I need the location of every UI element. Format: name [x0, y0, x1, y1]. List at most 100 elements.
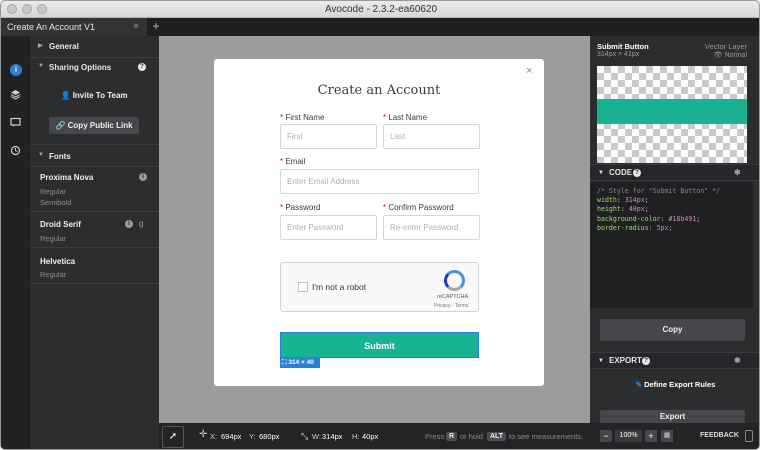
link-icon: 🔗 [55, 121, 66, 130]
password-label: * Password [280, 203, 321, 212]
gear-icon[interactable]: ✱ [734, 165, 741, 181]
invite-label: Invite To Team [72, 91, 128, 100]
right-panel: Submit Button 314px × 41px Vector Layer … [590, 36, 759, 449]
code-line: height: 40px; [597, 205, 649, 214]
hint-or-hold: or hold [460, 432, 483, 441]
right-bottom-bar: − 100% + ▦ FEEDBACK [590, 423, 759, 449]
chevron-down-icon: ▼ [38, 63, 44, 69]
recaptcha-widget: I'm not a robot reCAPTCHA Privacy - Term… [280, 262, 479, 312]
code-scrollbar[interactable] [753, 182, 759, 308]
blend-mode: 👁 Normal [713, 52, 747, 59]
google-fonts-icon[interactable]: g [139, 219, 143, 228]
y-value: 680px [259, 432, 280, 441]
layer-name: Submit Button [597, 42, 649, 51]
layer-preview [597, 66, 747, 163]
add-tab-button[interactable]: + [150, 18, 162, 36]
copy-code-button[interactable]: Copy [600, 319, 745, 341]
divider [30, 57, 159, 58]
layer-type: Vector Layer [704, 42, 747, 51]
tab-bar: Create An Account V1 × + [1, 18, 759, 36]
panel-toggle-icon[interactable] [745, 430, 753, 442]
define-export-rules-link[interactable]: ✎ Define Export Rules [590, 380, 759, 389]
code-line: border-radius: 5px; [597, 223, 673, 232]
hint-to-see: to see measurements. [509, 432, 584, 441]
pencil-icon: ✎ [635, 380, 642, 389]
tab-label: Create An Account V1 [7, 22, 96, 32]
email-input[interactable]: Enter Email Address [280, 169, 479, 194]
code-title: CODE [609, 168, 633, 177]
first-name-input[interactable]: First [280, 124, 377, 149]
font-info-icon[interactable]: i [125, 220, 133, 228]
h-label: H: [352, 432, 360, 441]
x-value: 694px [221, 432, 242, 441]
confirm-password-label: * Confirm Password [383, 203, 454, 212]
user-icon: 👤 [60, 91, 71, 100]
font-name: Droid Serif [40, 220, 81, 229]
privacy-terms-links[interactable]: Privacy - Terms [434, 303, 468, 309]
minimize-window-button[interactable] [22, 4, 32, 14]
select-tool-button[interactable]: ➚ [162, 426, 184, 448]
gear-icon[interactable]: ✱ [734, 353, 741, 369]
help-icon[interactable]: ? [642, 357, 650, 365]
divider [30, 144, 159, 145]
feedback-link[interactable]: FEEDBACK [700, 432, 739, 439]
divider [30, 211, 159, 212]
code-line: background-color: #18b491; [597, 214, 701, 223]
copy-link-label: Copy Public Link [67, 121, 133, 130]
password-input[interactable]: Enter Password [280, 215, 377, 240]
section-general-label: General [49, 42, 79, 51]
font-info-icon[interactable]: i [139, 173, 147, 181]
section-sharing-label: Sharing Options [49, 63, 112, 72]
w-label: W: [312, 432, 322, 441]
info-icon[interactable]: i [10, 64, 22, 76]
captcha-label: I'm not a robot [312, 282, 367, 292]
zoom-in-button[interactable]: + [645, 430, 657, 442]
tab-create-account[interactable]: Create An Account V1 × [1, 18, 147, 36]
export-section-header[interactable]: ▼ EXPORT ? ✱ [590, 352, 759, 369]
close-window-button[interactable] [7, 4, 17, 14]
fit-screen-icon[interactable]: ▦ [661, 430, 673, 442]
preview-submit-bar [597, 99, 747, 124]
code-comment: /* Style for "Submit Button" */ [597, 187, 721, 195]
chevron-down-icon: ▼ [598, 170, 604, 176]
help-icon[interactable]: ? [138, 63, 146, 71]
chevron-down-icon: ▼ [598, 358, 604, 364]
code-snippet[interactable]: /* Style for "Submit Button" */ width: 3… [590, 182, 753, 308]
invite-to-team-button[interactable]: 👤 Invite To Team [49, 87, 139, 104]
zoom-window-button[interactable] [37, 4, 47, 14]
comments-icon[interactable] [6, 116, 25, 135]
resize-icon: ⤡ [301, 431, 309, 441]
zoom-level[interactable]: 100% [615, 430, 642, 442]
recaptcha-brand: reCAPTCHA [437, 294, 469, 300]
email-label: * Email [280, 157, 306, 166]
font-name: Proxima Nova [40, 173, 94, 182]
key-r: R [446, 431, 458, 441]
export-title: EXPORT [609, 356, 642, 365]
font-name: Helvetica [40, 257, 76, 266]
close-icon[interactable]: × [526, 65, 532, 77]
x-label: X: [210, 432, 218, 441]
last-name-input[interactable]: Last [383, 124, 480, 149]
code-section-header[interactable]: ▼ CODE ? ✱ [590, 164, 759, 181]
w-value: 314px [322, 432, 343, 441]
font-style: Regular [40, 234, 67, 243]
help-icon[interactable]: ? [633, 169, 641, 177]
h-value: 40px [362, 432, 379, 441]
last-name-label: * Last Name [383, 113, 428, 122]
design-canvas[interactable]: Create an Account × * First Name First *… [159, 36, 590, 423]
confirm-password-input[interactable]: Re-enter Password [383, 215, 480, 240]
window-title: Avocode - 2.3.2-ea60620 [324, 4, 438, 15]
key-alt: ALT [487, 431, 507, 441]
window-controls [7, 4, 47, 14]
history-icon[interactable] [6, 144, 25, 163]
submit-button[interactable]: Submit [280, 332, 479, 358]
y-label: Y: [249, 432, 256, 441]
first-name-label: * First Name [280, 113, 325, 122]
font-style: Semibold [40, 198, 72, 207]
copy-public-link-button[interactable]: 🔗 Copy Public Link [49, 117, 139, 134]
tab-close-icon[interactable]: × [133, 18, 139, 36]
zoom-out-button[interactable]: − [600, 430, 612, 442]
layers-icon[interactable] [6, 88, 25, 107]
section-fonts-label: Fonts [49, 152, 71, 161]
captcha-checkbox[interactable] [298, 282, 308, 292]
